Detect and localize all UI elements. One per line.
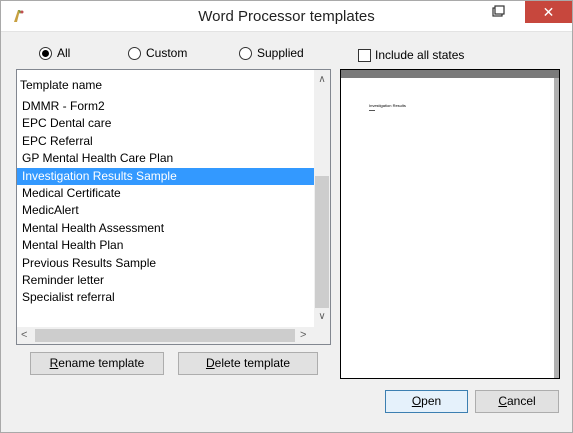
template-list-items: DMMR - Form2 EPC Dental care EPC Referral G… <box>17 98 314 307</box>
delete-template-button[interactable]: Delete template <box>178 352 318 375</box>
template-list-header: Template name <box>20 78 103 92</box>
preview-right-bar <box>554 78 559 378</box>
list-item[interactable]: Medical Certificate <box>17 185 314 202</box>
scroll-down-icon[interactable]: ∨ <box>314 311 330 323</box>
close-icon: ✕ <box>542 4 555 20</box>
radio-supplied[interactable]: Supplied <box>239 45 304 61</box>
list-item[interactable]: MedicAlert <box>17 202 314 219</box>
restore-button[interactable] <box>475 1 521 23</box>
scroll-right-icon[interactable]: > <box>300 329 306 341</box>
radio-all-label: All <box>57 46 71 60</box>
templates-dialog: Word Processor templates ✕ All Custom Su… <box>0 0 573 433</box>
list-item[interactable]: Specialist referral <box>17 289 314 306</box>
list-item[interactable]: GP Mental Health Care Plan <box>17 150 314 167</box>
cancel-label: ancel <box>506 394 536 408</box>
horizontal-scroll-thumb[interactable] <box>35 329 295 342</box>
radio-all-indicator <box>39 46 52 60</box>
radio-all[interactable]: All <box>39 45 70 61</box>
delete-label: elete template <box>214 356 291 370</box>
radio-custom-indicator <box>128 46 141 60</box>
radio-supplied-label: Supplied <box>257 46 304 60</box>
list-item[interactable]: EPC Dental care <box>17 115 314 132</box>
close-button[interactable]: ✕ <box>525 1 572 23</box>
include-all-states-box <box>358 48 371 62</box>
scroll-up-icon[interactable]: ∧ <box>314 74 330 86</box>
rename-accelerator: R <box>49 356 59 370</box>
template-list[interactable]: Template name DMMR - Form2 EPC Dental car… <box>16 69 331 345</box>
title-bar: Word Processor templates ✕ <box>1 1 572 32</box>
horizontal-scrollbar[interactable]: < > <box>17 327 314 344</box>
rename-label: ename template <box>58 356 145 370</box>
list-item[interactable]: Mental Health Plan <box>17 237 314 254</box>
open-button[interactable]: Open <box>385 390 468 413</box>
radio-custom[interactable]: Custom <box>128 45 187 61</box>
template-preview: Investigation Results <box>340 69 560 379</box>
include-all-states-checkbox[interactable]: Include all states <box>358 47 464 63</box>
list-item[interactable]: DMMR - Form2 <box>17 98 314 115</box>
vertical-scrollbar[interactable]: ∧ ∨ <box>314 70 330 327</box>
preview-heading: Investigation Results <box>369 103 406 108</box>
scroll-corner <box>314 327 330 344</box>
preview-subline <box>369 110 375 111</box>
rename-template-button[interactable]: Rename template <box>30 352 164 375</box>
include-all-states-label: Include all states <box>375 48 465 62</box>
restore-icon <box>492 5 505 17</box>
open-label: pen <box>421 394 442 408</box>
radio-custom-label: Custom <box>146 46 188 60</box>
list-item[interactable]: EPC Referral <box>17 133 314 150</box>
delete-accelerator: D <box>205 356 215 370</box>
open-accelerator: O <box>411 394 422 408</box>
list-item[interactable]: Reminder letter <box>17 272 314 289</box>
preview-top-bar <box>341 70 559 78</box>
vertical-scroll-thumb[interactable] <box>315 176 329 308</box>
cancel-accelerator: C <box>498 394 507 408</box>
list-item[interactable]: Mental Health Assessment <box>17 220 314 237</box>
list-item[interactable]: Previous Results Sample <box>17 255 314 272</box>
radio-supplied-indicator <box>239 46 252 60</box>
cancel-button[interactable]: Cancel <box>475 390 559 413</box>
scroll-left-icon[interactable]: < <box>21 329 27 341</box>
list-item[interactable]: Investigation Results Sample <box>17 167 314 185</box>
